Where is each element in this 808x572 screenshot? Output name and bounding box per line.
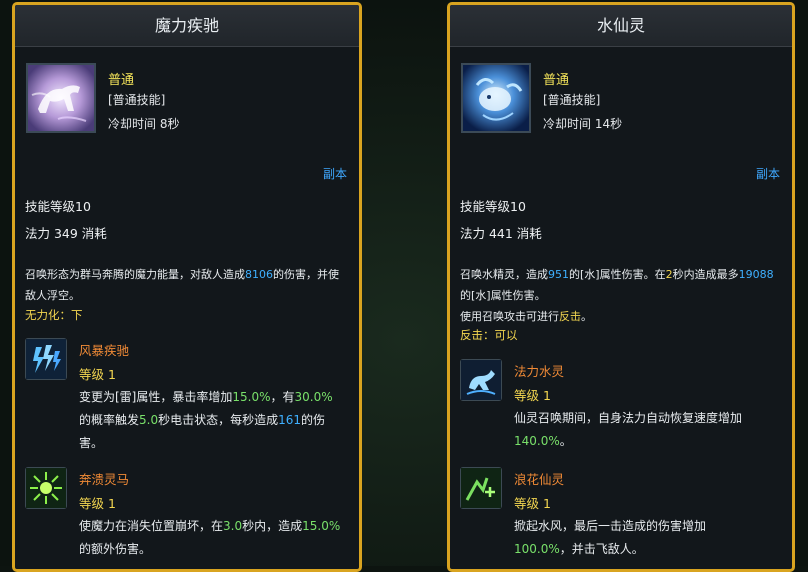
skill-level: 技能等级10 bbox=[460, 199, 526, 214]
skill-type: [普通技能] bbox=[543, 93, 601, 107]
skill-tooltip-left: 魔力疾驰 普通 [普通技能] 冷却时间 8秒 副本 技能等级10 法力 349 … bbox=[12, 2, 362, 572]
talent-description: 变更为[雷]属性，暴击率增加15.0%，有30.0%的概率触发5.0秒电击状态，… bbox=[79, 390, 333, 450]
skill-rank: 普通 bbox=[108, 73, 135, 88]
magic-horse-skill-icon bbox=[26, 63, 96, 133]
lightning-icon bbox=[25, 338, 67, 380]
skill-description: 召唤水精灵，造成951的[水]属性伤害。在2秒内造成最多19088的[水]属性伤… bbox=[460, 268, 774, 323]
talent-level: 等级 1 bbox=[514, 388, 551, 403]
talent-level: 等级 1 bbox=[79, 367, 116, 382]
talent-level: 等级 1 bbox=[79, 496, 116, 511]
skill-cooldown: 冷却时间 14秒 bbox=[543, 117, 623, 131]
dungeon-tag[interactable]: 副本 bbox=[756, 165, 780, 182]
skill-cooldown: 冷却时间 8秒 bbox=[108, 117, 180, 131]
talent-name: 奔溃灵马 bbox=[79, 472, 130, 487]
mana-cost: 法力 441 消耗 bbox=[460, 226, 542, 241]
skill-description: 召唤形态为群马奔腾的魔力能量，对敌人造成8106的伤害，并使敌人浮空。 bbox=[25, 268, 339, 302]
mana-cost: 法力 349 消耗 bbox=[25, 226, 107, 241]
skill-level: 技能等级10 bbox=[25, 199, 91, 214]
skill-note: 反击：可以 bbox=[460, 328, 518, 342]
skill-type: [普通技能] bbox=[108, 93, 166, 107]
skill-title: 魔力疾驰 bbox=[15, 5, 359, 47]
skill-note: 无力化：下 bbox=[25, 308, 83, 322]
talent-name: 风暴疾驰 bbox=[79, 343, 130, 358]
skill-title: 水仙灵 bbox=[450, 5, 792, 47]
water-spirit-skill-icon bbox=[461, 63, 531, 133]
talent-name: 浪花仙灵 bbox=[514, 472, 565, 487]
burst-icon bbox=[25, 467, 67, 509]
talent-name: 法力水灵 bbox=[514, 364, 565, 379]
water-spirit-icon bbox=[460, 359, 502, 401]
skill-tooltip-right: 水仙灵 普通 [普通技能] 冷却时间 14秒 副本 技能等级10 法力 441 … bbox=[447, 2, 795, 572]
talent-description: 使魔力在消失位置崩坏，在3.0秒内，造成15.0%的额外伤害。 bbox=[79, 519, 341, 556]
talent-description: 掀起水风，最后一击造成的伤害增加 100.0%，并击飞敌人。 bbox=[514, 519, 707, 556]
talent-level: 等级 1 bbox=[514, 496, 551, 511]
talent-description: 仙灵召唤期间，自身法力自动恢复速度增加140.0%。 bbox=[514, 411, 743, 448]
dungeon-tag[interactable]: 副本 bbox=[323, 165, 347, 182]
skill-rank: 普通 bbox=[543, 73, 570, 88]
splash-icon bbox=[460, 467, 502, 509]
